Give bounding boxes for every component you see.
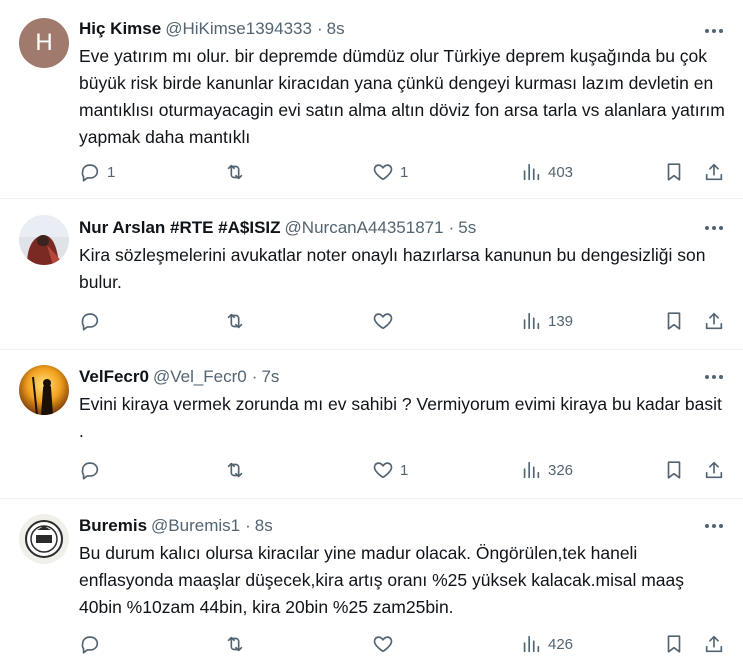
avatar[interactable]	[19, 365, 69, 415]
view-count: 139	[548, 312, 574, 330]
retweet-button[interactable]	[224, 633, 252, 655]
reply-button[interactable]	[79, 633, 107, 655]
separator-dot: ·	[448, 218, 455, 237]
retweet-icon	[227, 313, 243, 329]
tweet[interactable]: Buremis @Buremis1 · 8s Bu durum kalıcı o…	[0, 499, 743, 664]
like-button[interactable]	[372, 310, 400, 332]
tweet-text: Bu durum kalıcı olursa kiracılar yine ma…	[79, 543, 684, 617]
retweet-button[interactable]	[224, 161, 252, 183]
heart-icon	[373, 164, 393, 181]
reply-feed: H Hiç Kimse @HiKimse1394333 · 8s Eve yat…	[0, 0, 743, 664]
views-button[interactable]: 139	[520, 310, 573, 332]
retweet-icon	[227, 636, 243, 652]
view-count: 426	[548, 635, 574, 653]
heart-icon	[373, 636, 393, 653]
user-handle[interactable]: @HiKimse1394333	[165, 19, 312, 39]
view-count: 326	[548, 461, 574, 479]
like-count: 1	[400, 461, 409, 479]
display-name[interactable]: Hiç Kimse	[79, 19, 161, 39]
timestamp[interactable]: 8s	[255, 516, 273, 536]
share-button[interactable]	[703, 161, 725, 183]
timestamp[interactable]: 7s	[261, 367, 279, 387]
tweet-text: Eve yatırım mı olur. bir depremde dümdüz…	[79, 46, 725, 147]
share-upload-icon	[705, 635, 723, 653]
views-bar-chart-icon	[523, 312, 540, 330]
action-bar: 1 326	[79, 459, 725, 483]
views-button[interactable]: 326	[520, 459, 573, 481]
display-name[interactable]: Buremis	[79, 516, 147, 536]
share-button[interactable]	[703, 310, 725, 332]
reply-bubble-icon	[81, 313, 99, 331]
tweet[interactable]: H Hiç Kimse @HiKimse1394333 · 8s Eve yat…	[0, 0, 743, 199]
tweet-header: Nur Arslan #RTE #A$ISIZ @NurcanA44351871…	[79, 217, 725, 239]
reply-button[interactable]	[79, 459, 107, 481]
action-bar: 426	[79, 633, 725, 657]
retweet-icon	[227, 462, 243, 478]
reply-button[interactable]: 1	[79, 161, 115, 183]
bookmark-button[interactable]	[663, 310, 685, 332]
tweet-text: Evini kiraya vermek zorunda mı ev sahibi…	[79, 394, 722, 441]
user-handle[interactable]: @NurcanA44351871	[285, 218, 444, 238]
reply-button[interactable]	[79, 310, 107, 332]
tweet-header: Hiç Kimse @HiKimse1394333 · 8s	[79, 18, 725, 40]
bookmark-icon	[667, 635, 681, 653]
like-button[interactable]	[372, 633, 400, 655]
user-handle[interactable]: @Buremis1	[151, 516, 240, 536]
bookmark-icon	[667, 461, 681, 479]
heart-icon	[373, 313, 393, 330]
display-name[interactable]: Nur Arslan #RTE #A$ISIZ	[79, 218, 281, 238]
views-button[interactable]: 426	[520, 633, 573, 655]
action-bar: 139	[79, 310, 725, 334]
bookmark-button[interactable]	[663, 459, 685, 481]
bookmark-button[interactable]	[663, 161, 685, 183]
tweet[interactable]: Nur Arslan #RTE #A$ISIZ @NurcanA44351871…	[0, 199, 743, 350]
share-upload-icon	[705, 163, 723, 181]
separator-dot: ·	[316, 19, 323, 38]
views-bar-chart-icon	[523, 461, 540, 479]
share-button[interactable]	[703, 633, 725, 655]
user-handle[interactable]: @Vel_Fecr0	[153, 367, 247, 387]
separator-dot: ·	[245, 516, 251, 535]
views-button[interactable]: 403	[520, 161, 573, 183]
views-bar-chart-icon	[523, 635, 540, 653]
heart-icon	[373, 462, 393, 479]
more-options-icon[interactable]	[703, 366, 725, 388]
action-bar: 1 1 403	[79, 161, 725, 185]
retweet-button[interactable]	[224, 459, 252, 481]
reply-bubble-icon	[81, 636, 99, 654]
bookmark-button[interactable]	[663, 633, 685, 655]
more-options-icon[interactable]	[703, 217, 725, 239]
reply-bubble-icon	[81, 462, 99, 480]
views-bar-chart-icon	[523, 163, 540, 181]
more-options-icon[interactable]	[703, 20, 725, 42]
like-button[interactable]: 1	[372, 459, 408, 481]
reply-bubble-icon	[81, 164, 99, 182]
separator-dot: ·	[251, 367, 258, 386]
bookmark-icon	[667, 163, 681, 181]
tweet-header: Buremis @Buremis1 · 8s	[79, 515, 725, 537]
retweet-icon	[227, 164, 243, 180]
share-button[interactable]	[703, 459, 725, 481]
tweet-text: Kira sözleşmelerini avukatlar noter onay…	[79, 245, 706, 292]
retweet-button[interactable]	[224, 310, 252, 332]
avatar[interactable]	[19, 514, 69, 564]
display-name[interactable]: VelFecr0	[79, 367, 149, 387]
share-upload-icon	[705, 312, 723, 330]
reply-count: 1	[107, 163, 116, 181]
avatar[interactable]	[19, 215, 69, 265]
like-count: 1	[400, 163, 409, 181]
tweet[interactable]: VelFecr0 @Vel_Fecr0 · 7s Evini kiraya ve…	[0, 350, 743, 499]
share-upload-icon	[705, 461, 723, 479]
timestamp[interactable]: 5s	[458, 218, 476, 238]
timestamp[interactable]: 8s	[327, 19, 345, 39]
view-count: 403	[548, 163, 574, 181]
more-options-icon[interactable]	[703, 515, 725, 537]
tweet-header: VelFecr0 @Vel_Fecr0 · 7s	[79, 366, 725, 388]
bookmark-icon	[667, 312, 681, 330]
avatar[interactable]: H	[19, 18, 69, 68]
like-button[interactable]: 1	[372, 161, 408, 183]
